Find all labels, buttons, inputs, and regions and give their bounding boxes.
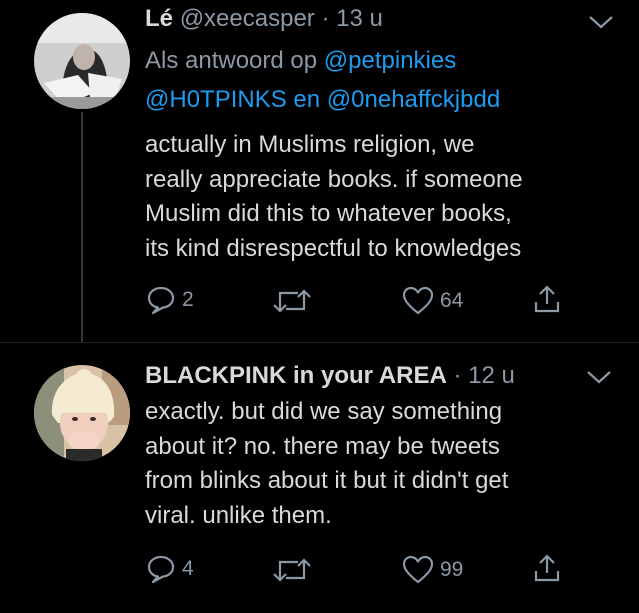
timestamp[interactable]: 12 u: [468, 362, 515, 389]
reply-count: 2: [182, 288, 194, 311]
separator: ·: [453, 362, 462, 389]
reply-button[interactable]: 4: [146, 554, 194, 584]
reply-count: 4: [182, 557, 194, 580]
chevron-down-icon[interactable]: [586, 369, 612, 385]
tweet-text-line: viral. unlike them.: [145, 501, 332, 529]
tweet[interactable]: BLACKPINK in your AREA · 12 u exactly. b…: [0, 343, 639, 613]
reply-joiner: en: [293, 86, 321, 113]
reply-prefix: Als antwoord op: [145, 47, 318, 74]
tweet-text: exactly. but did we say something about …: [145, 395, 625, 533]
avatar[interactable]: [34, 365, 130, 461]
tweet-text-line: its kind disrespectful to knowledges: [145, 234, 522, 262]
retweet-icon: [273, 289, 311, 313]
reply-context-line-2: @H0TPINKS en @0nehaffckjbdd: [145, 81, 500, 118]
tweet[interactable]: Lé @xeecasper · 13 u Als antwoord op @pe…: [0, 0, 639, 342]
tweet-text-line: from blinks about it but it didn't get: [145, 467, 509, 494]
like-count: 99: [440, 558, 464, 581]
share-icon: [534, 285, 560, 313]
retweet-button[interactable]: [272, 287, 312, 315]
retweet-button[interactable]: [272, 556, 312, 584]
display-name[interactable]: Lé: [145, 5, 173, 32]
mention-link[interactable]: @petpinkies: [324, 47, 456, 74]
thread-line: [81, 112, 83, 342]
tweet-header: BLACKPINK in your AREA · 12 u: [145, 361, 515, 391]
display-name[interactable]: BLACKPINK in your AREA: [145, 362, 447, 389]
like-icon: [402, 555, 434, 584]
tweet-text-line: about it? no. there may be tweets: [145, 432, 500, 460]
handle[interactable]: @xeecasper: [180, 5, 315, 32]
tweet-text-line: actually in Muslims religion, we: [145, 131, 475, 158]
like-button[interactable]: 64: [402, 286, 463, 316]
chevron-down-icon[interactable]: [588, 14, 614, 30]
share-button[interactable]: [532, 284, 562, 314]
like-icon: [402, 286, 434, 315]
reply-button[interactable]: 2: [146, 285, 194, 315]
mention-link[interactable]: @0nehaffckjbdd: [327, 86, 500, 113]
like-count: 64: [440, 289, 464, 312]
tweet-text: actually in Muslims religion, we really …: [145, 128, 625, 266]
tweet-header: Lé @xeecasper · 13 u: [145, 4, 383, 34]
retweet-icon: [273, 558, 311, 582]
separator: ·: [321, 5, 330, 32]
timestamp[interactable]: 13 u: [336, 5, 383, 32]
tweet-text-line: Muslim did this to whatever books,: [145, 200, 512, 227]
share-icon: [534, 554, 560, 582]
mention-link[interactable]: @H0TPINKS: [145, 86, 287, 113]
reply-context: Als antwoord op @petpinkies: [145, 42, 456, 79]
tweet-text-line: exactly. but did we say something: [145, 398, 503, 425]
reply-icon: [147, 286, 175, 315]
reply-icon: [147, 555, 175, 584]
tweet-text-line: really appreciate books. if someone: [145, 165, 523, 193]
share-button[interactable]: [532, 553, 562, 583]
like-button[interactable]: 99: [402, 555, 463, 585]
avatar[interactable]: [34, 13, 130, 109]
